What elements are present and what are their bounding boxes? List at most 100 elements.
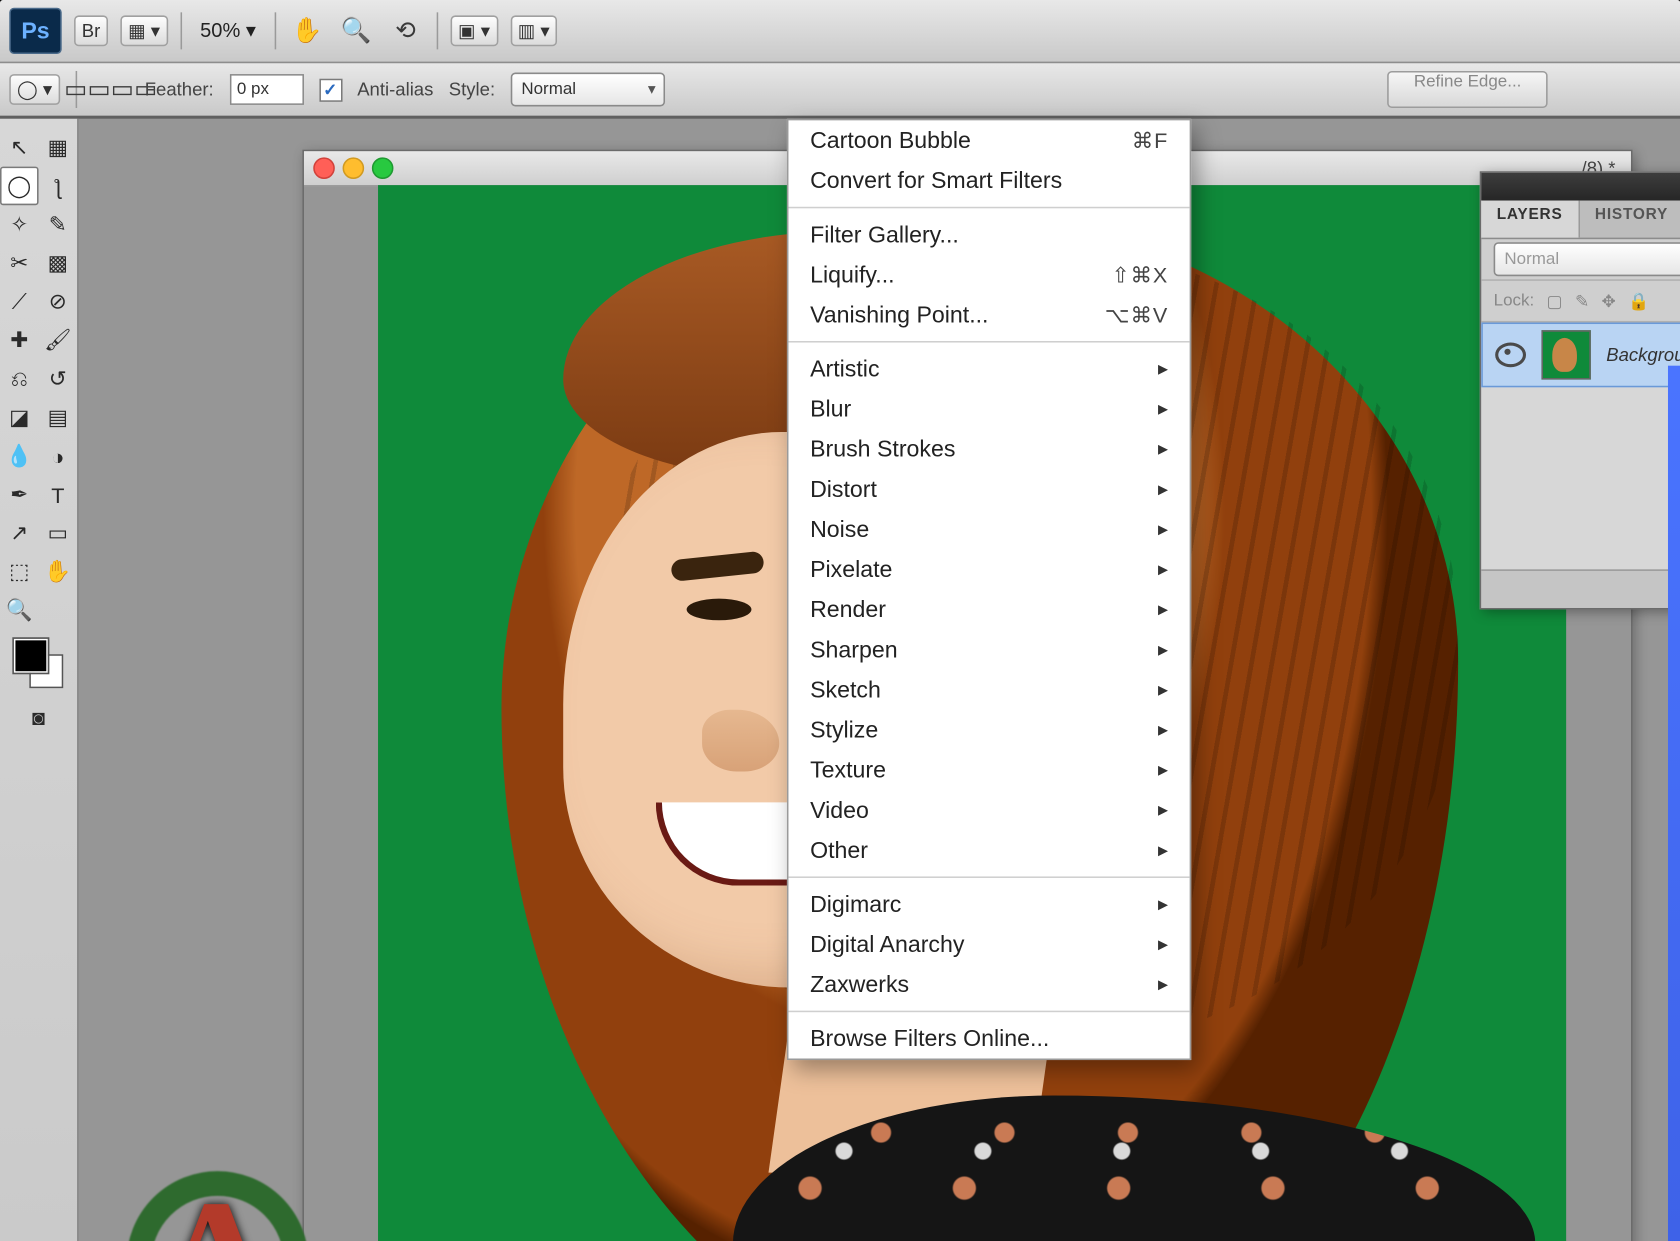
watermark: A digital anarchy [117,1162,318,1241]
close-icon[interactable] [313,157,335,179]
menu-item-digital-anarchy[interactable]: Digital Anarchy [788,924,1189,964]
menu-item-digimarc[interactable]: Digimarc [788,884,1189,924]
3d-tool[interactable]: ⬚ [0,552,39,591]
layer-name[interactable]: Background [1606,344,1680,366]
minimize-icon[interactable] [343,157,365,179]
menu-item-filter-gallery[interactable]: Filter Gallery... [788,214,1189,254]
separator [436,12,438,49]
workspace-button[interactable]: ▥ ▾ [510,15,557,46]
path-tool[interactable]: ↗ [0,514,39,553]
lock-paint-icon[interactable]: ✎ [1575,291,1589,311]
layer-row[interactable]: Background 🔒 [1481,322,1680,387]
lock-all-icon[interactable]: 🔒 [1628,291,1649,311]
ruler-tool[interactable]: ⊘ [39,282,78,321]
blend-mode-dropdown[interactable]: Normal [1494,242,1680,276]
menu-item-other[interactable]: Other [788,830,1189,870]
menu-item-zaxwerks[interactable]: Zaxwerks [788,964,1189,1004]
blur-tool[interactable]: 💧 [0,437,39,476]
lasso-tool[interactable]: ƪ [39,167,78,206]
antialias-label: Anti-alias [357,79,433,101]
rotate-view-icon[interactable]: ⟲ [387,14,424,48]
tab-layers[interactable]: LAYERS [1481,201,1579,238]
stamp-tool[interactable]: ⎌ [0,360,39,399]
menu-separator [788,341,1189,343]
zoom-window-icon[interactable] [372,157,394,179]
history-brush-tool[interactable]: ↺ [39,360,78,399]
style-dropdown[interactable]: Normal [511,73,665,107]
video-scrollbar [1668,366,1680,1241]
zoom-tool[interactable]: 🔍 [0,591,39,630]
menu-separator [788,207,1189,209]
eraser-tool[interactable]: ◪ [0,398,39,437]
app-toolbar: Ps Br ▦ ▾ 50% ▾ ✋ 🔍 ⟲ ▣ ▾ ▥ ▾ [0,0,1680,63]
tools-panel: ↖▦ ◯ƪ ✧✎ ✂▩ ⟋⊘ ✚🖌 ⎌↺ ◪▤ 💧◑ ✒T ↗▭ ⬚✋ 🔍 ◙ [0,119,79,1241]
app-window: Ps Br ▦ ▾ 50% ▾ ✋ 🔍 ⟲ ▣ ▾ ▥ ▾ ◯ ▾ ▭▭▭▭ F… [0,0,1680,1241]
lock-row: Lock: ▢ ✎ ✥ 🔒 Fill: [1481,281,1680,323]
menu-item-render[interactable]: Render [788,589,1189,629]
panel-footer: ⇄fx◐◧▣❐🗑 [1481,569,1680,608]
menu-separator [788,876,1189,878]
menu-item-sharpen[interactable]: Sharpen [788,630,1189,670]
menu-item-video[interactable]: Video [788,790,1189,830]
lock-position-icon[interactable]: ✥ [1602,291,1616,311]
bridge-button[interactable]: Br [74,15,108,46]
color-swatches[interactable] [14,639,63,688]
menu-item-convert-for-smart-filters[interactable]: Convert for Smart Filters [788,160,1189,200]
spacer-tool [39,591,78,630]
window-controls [313,157,393,179]
portrait-eye [687,599,752,621]
arrange-docs-button[interactable]: ▦ ▾ [120,15,167,46]
menu-item-cartoon-bubble[interactable]: Cartoon Bubble⌘F [788,120,1189,160]
quickselect-tool[interactable]: ✎ [39,205,78,244]
pen-tool[interactable]: ✒ [0,475,39,514]
foreground-swatch[interactable] [14,639,48,673]
menu-item-distort[interactable]: Distort [788,469,1189,509]
workspace: ↖▦ ◯ƪ ✧✎ ✂▩ ⟋⊘ ✚🖌 ⎌↺ ◪▤ 💧◑ ✒T ↗▭ ⬚✋ 🔍 ◙ [0,119,1680,1241]
menu-item-sketch[interactable]: Sketch [788,670,1189,710]
menu-item-artistic[interactable]: Artistic [788,349,1189,389]
menu-item-texture[interactable]: Texture [788,750,1189,790]
menu-item-pixelate[interactable]: Pixelate [788,549,1189,589]
dodge-tool[interactable]: ◑ [39,437,78,476]
watermark-letter: A [155,1174,281,1241]
menu-item-brush-strokes[interactable]: Brush Strokes [788,429,1189,469]
menu-item-liquify[interactable]: Liquify...⇧⌘X [788,255,1189,295]
screen-mode-button[interactable]: ▣ ▾ [450,15,497,46]
zoom-tool-icon[interactable]: 🔍 [338,14,375,48]
selection-mode-icons[interactable]: ▭▭▭▭ [92,73,129,107]
shape-tool[interactable]: ▭ [39,514,78,553]
menu-item-vanishing-point[interactable]: Vanishing Point...⌥⌘V [788,295,1189,335]
crop-tool[interactable]: ✂ [0,244,39,283]
antialias-checkbox[interactable]: ✓ [319,78,342,101]
menu-item-noise[interactable]: Noise [788,509,1189,549]
watermark-logo: A [117,1162,318,1241]
heal-tool[interactable]: ✚ [0,321,39,360]
artboard-tool[interactable]: ▦ [39,128,78,167]
menu-item-blur[interactable]: Blur [788,389,1189,429]
refine-edge-button[interactable]: Refine Edge... [1388,71,1548,108]
move-tool[interactable]: ↖ [0,128,39,167]
visibility-icon[interactable] [1495,343,1526,368]
filter-menu: Cartoon Bubble⌘FConvert for Smart Filter… [787,119,1191,1060]
hand-tool[interactable]: ✋ [39,552,78,591]
gradient-tool[interactable]: ▤ [39,398,78,437]
marquee-shape-button[interactable]: ◯ ▾ [9,74,60,105]
slice-tool[interactable]: ▩ [39,244,78,283]
brush-tool[interactable]: 🖌 [39,321,78,360]
menu-separator [788,1011,1189,1013]
hand-tool-icon[interactable]: ✋ [288,14,325,48]
marquee-tool[interactable]: ◯ [0,167,39,206]
zoom-level[interactable]: 50% ▾ [194,19,262,44]
menu-item-stylize[interactable]: Stylize [788,710,1189,750]
menu-item-browse-filters-online[interactable]: Browse Filters Online... [788,1018,1189,1058]
tab-history[interactable]: HISTORY [1580,201,1680,238]
lock-pixels-icon[interactable]: ▢ [1547,291,1563,311]
panel-grip[interactable] [1481,173,1680,201]
feather-input[interactable]: 0 px [229,74,303,105]
layers-panel: LAYERS HISTORY Normal Opacity: Lock: ▢ ✎… [1480,171,1680,609]
quickmask-toggle[interactable]: ◙ [19,697,58,736]
eyedrop-tool[interactable]: ⟋ [0,282,39,321]
type-tool[interactable]: T [39,475,78,514]
layer-thumbnail[interactable] [1541,330,1590,379]
wand-tool[interactable]: ✧ [0,205,39,244]
